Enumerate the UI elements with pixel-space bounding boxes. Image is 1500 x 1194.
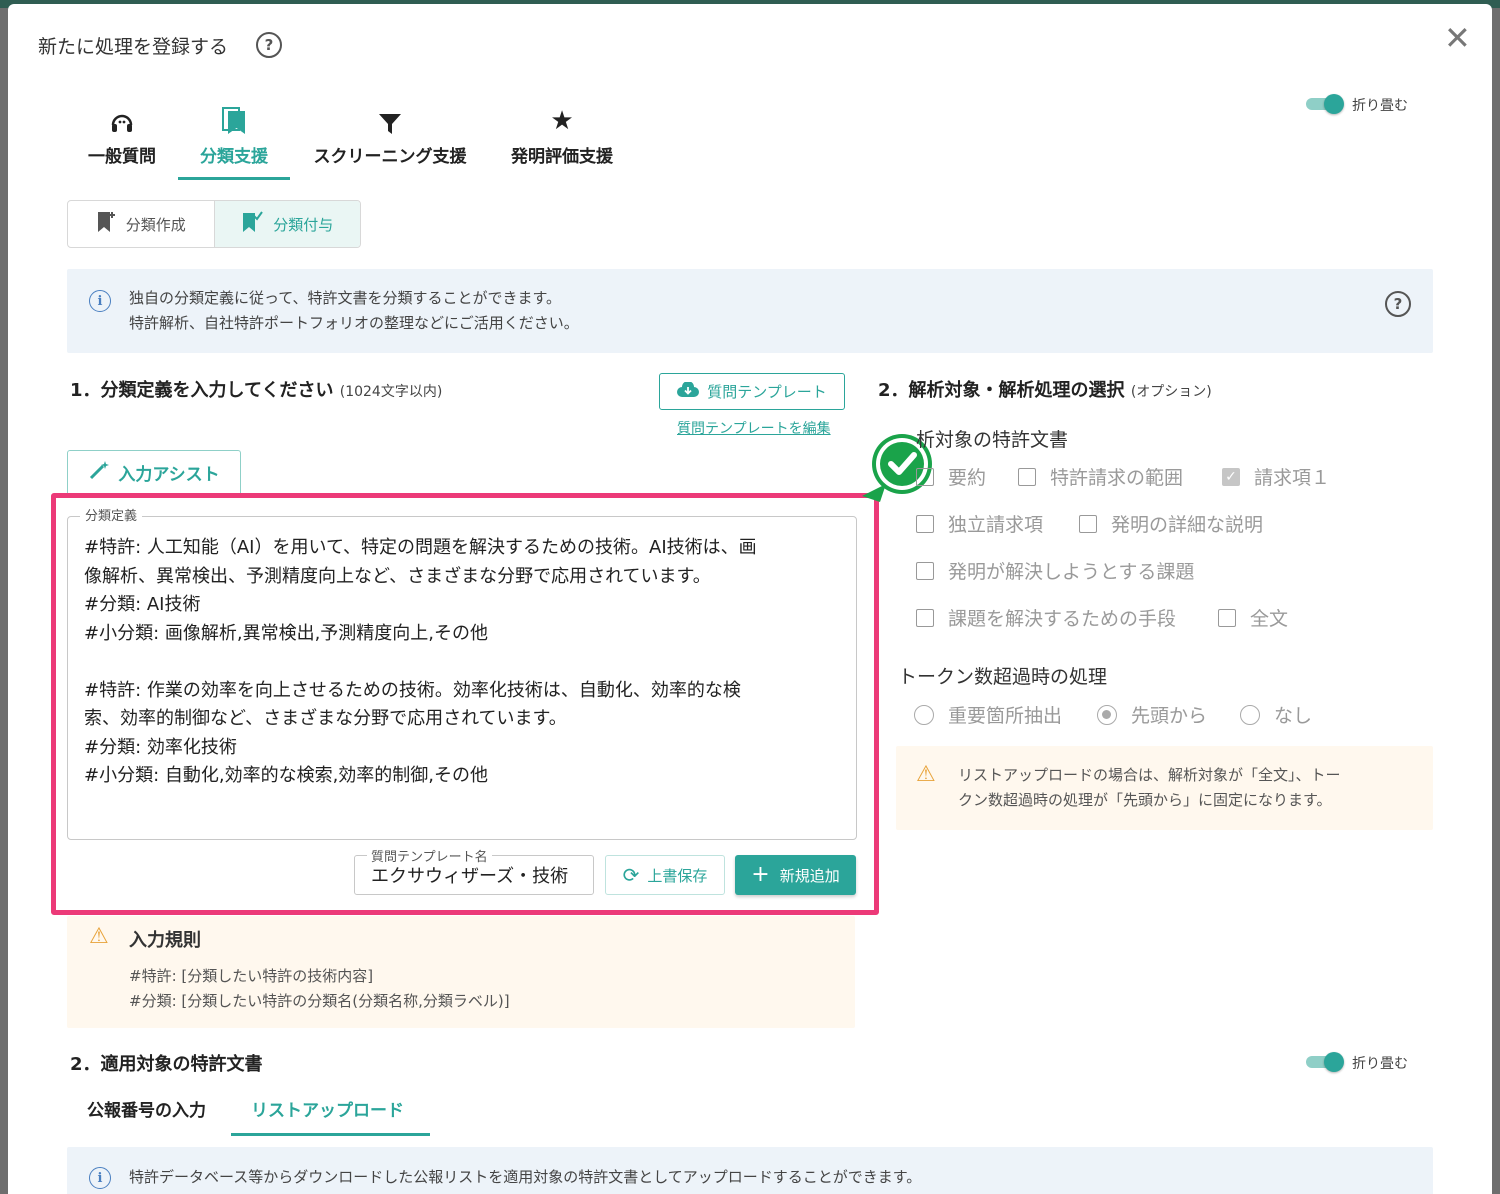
input-assist-button[interactable]: 入力アシスト — [67, 450, 241, 494]
checkbox-solution[interactable]: 課題を解決するための手段 — [916, 604, 1176, 631]
radio-label: 重要箇所抽出 — [948, 705, 1063, 727]
checkbox-icon — [916, 514, 934, 533]
tab-invention-evaluation[interactable]: ★ 発明評価支援 — [506, 100, 618, 180]
radio-none[interactable]: なし — [1240, 701, 1312, 728]
checkbox-claims[interactable]: 特許請求の範囲 — [1018, 463, 1183, 490]
star-icon: ★ — [550, 106, 574, 136]
tab-classification-support[interactable]: 分類支援 — [178, 100, 290, 180]
edit-template-link[interactable]: 質問テンプレートを編集 — [677, 418, 831, 438]
collapse-toggle[interactable] — [1306, 1052, 1344, 1072]
tab-list-upload[interactable]: リストアップロード — [251, 1096, 404, 1121]
checkbox-claim-1[interactable]: ✓ 請求項１ — [1222, 463, 1330, 490]
modal-title: 新たに処理を登録する — [38, 36, 229, 58]
active-tab-indicator — [178, 177, 290, 180]
section1-note: (1024文字以内) — [339, 384, 443, 400]
tab-publication-number[interactable]: 公報番号の入力 — [87, 1096, 206, 1121]
help-icon[interactable]: ? — [1385, 291, 1411, 317]
tab-label: 分類支援 — [200, 147, 268, 167]
info-icon: i — [89, 290, 111, 312]
analysis-target-label: 析対象の特許文書 — [916, 429, 1069, 451]
input-rules-title: 入力規則 — [129, 930, 201, 951]
radio-label: なし — [1274, 705, 1313, 727]
checkbox-label: 発明の詳細な説明 — [1111, 514, 1264, 536]
checkbox-icon — [1079, 514, 1097, 533]
checkbox-checked-icon: ✓ — [1222, 467, 1240, 486]
warning-line: リストアップロードの場合は、解析対象が「全文」、トー — [958, 766, 1341, 784]
bookmark-add-icon — [96, 210, 116, 238]
tab-screening-support[interactable]: スクリーニング支援 — [306, 100, 474, 180]
question-template-button[interactable]: 質問テンプレート — [659, 373, 845, 410]
warning-icon: ⚠ — [89, 924, 109, 949]
magic-wand-icon — [88, 459, 110, 486]
input-rule-line: #特許: [分類したい特許の技術内容] — [129, 967, 374, 985]
tab-general-question[interactable]: 一般質問 — [80, 100, 164, 180]
checkbox-label: 全文 — [1250, 608, 1289, 630]
close-icon[interactable]: ✕ — [1444, 22, 1471, 54]
headset-icon — [80, 100, 164, 136]
checkbox-icon — [1218, 608, 1236, 627]
checkbox-label: 要約 — [948, 467, 987, 489]
button-label: 入力アシスト — [118, 465, 220, 485]
checkbox-label: 請求項１ — [1254, 467, 1331, 489]
checkbox-label: 発明が解決しようとする課題 — [948, 561, 1195, 583]
section2-note: (オプション) — [1130, 384, 1212, 400]
radio-important-extract[interactable]: 重要箇所抽出 — [914, 701, 1062, 728]
checkbox-icon — [916, 561, 934, 580]
radio-selected-icon — [1097, 704, 1117, 725]
filter-icon — [306, 100, 474, 136]
collapse-label: 折り畳む — [1352, 1056, 1408, 1072]
checkbox-full-text[interactable]: 全文 — [1218, 604, 1288, 631]
checkbox-summary[interactable]: 要約 — [916, 463, 986, 490]
section1-title: 1．分類定義を入力してください (1024文字以内) — [70, 376, 442, 402]
warning-icon: ⚠ — [916, 762, 936, 787]
radio-from-start[interactable]: 先頭から — [1097, 701, 1207, 728]
active-tab-indicator — [231, 1133, 430, 1136]
info-line: 独自の分類定義に従って、特許文書を分類することができます。 — [129, 289, 562, 307]
sub-tab-label: 分類付与 — [273, 215, 334, 234]
section2-target-title: 2．適用対象の特許文書 — [70, 1054, 263, 1075]
tab-label: 一般質問 — [88, 147, 156, 167]
highlight-frame — [51, 493, 879, 915]
section2-title-text: 2．解析対象・解析処理の選択 — [878, 380, 1125, 401]
collapse-label: 折り畳む — [1352, 98, 1408, 114]
upload-warning-box: ⚠ リストアップロードの場合は、解析対象が「全文」、トー クン数超過時の処理が「… — [896, 746, 1433, 830]
warning-line: クン数超過時の処理が「先頭から」に固定になります。 — [958, 791, 1332, 809]
sub-tab-create-classification[interactable]: 分類作成 — [68, 201, 214, 247]
radio-icon — [914, 704, 934, 725]
tab-label: スクリーニング支援 — [313, 147, 467, 167]
register-process-modal: 新たに処理を登録する ? ✕ 折り畳む 一般質問 分類支援 スクリーニング支援 … — [8, 4, 1492, 1194]
sub-tab-group: 分類作成 分類付与 — [67, 200, 361, 248]
cloud-download-icon — [677, 380, 700, 402]
sub-tab-assign-classification[interactable]: 分類付与 — [213, 201, 360, 247]
bookmark-check-icon — [241, 210, 264, 238]
info-box: i 独自の分類定義に従って、特許文書を分類することができます。 特許解析、自社特… — [67, 269, 1433, 353]
info-line: 特許解析、自社特許ポートフォリオの整理などにご活用ください。 — [129, 314, 579, 332]
help-icon[interactable]: ? — [256, 32, 282, 58]
section2-options-title: 2．解析対象・解析処理の選択 (オプション) — [878, 376, 1212, 402]
checkbox-problem[interactable]: 発明が解決しようとする課題 — [916, 557, 1194, 584]
checkbox-icon — [1018, 467, 1036, 486]
input-rules-box: ⚠ 入力規則 #特許: [分類したい特許の技術内容] #分類: [分類したい特許… — [67, 916, 855, 1028]
section1-title-text: 1．分類定義を入力してください — [70, 380, 334, 401]
radio-icon — [1240, 704, 1260, 725]
bookmark-icon — [178, 100, 290, 136]
info-icon: i — [89, 1167, 111, 1189]
input-rule-line: #分類: [分類したい特許の分類名(分類名称,分類ラベル)] — [129, 992, 510, 1010]
checkbox-label: 独立請求項 — [948, 514, 1044, 536]
upload-info-box: i 特許データベース等からダウンロードした公報リストを適用対象の特許文書としてア… — [67, 1147, 1433, 1194]
token-overflow-label: トークン数超過時の処理 — [898, 666, 1108, 688]
radio-label: 先頭から — [1131, 705, 1208, 727]
tab-label: 発明評価支援 — [511, 147, 613, 167]
checkbox-label: 特許請求の範囲 — [1050, 467, 1184, 489]
checkbox-icon — [916, 467, 934, 486]
checkbox-independent-claims[interactable]: 独立請求項 — [916, 510, 1043, 537]
checkbox-icon — [916, 608, 934, 627]
checkbox-label: 課題を解決するための手段 — [948, 608, 1177, 630]
upload-info-text: 特許データベース等からダウンロードした公報リストを適用対象の特許文書としてアップ… — [129, 1168, 922, 1186]
collapse-toggle[interactable] — [1306, 94, 1344, 114]
button-label: 質問テンプレート — [707, 383, 827, 401]
checkbox-detailed-description[interactable]: 発明の詳細な説明 — [1079, 510, 1263, 537]
sub-tab-label: 分類作成 — [125, 215, 186, 234]
